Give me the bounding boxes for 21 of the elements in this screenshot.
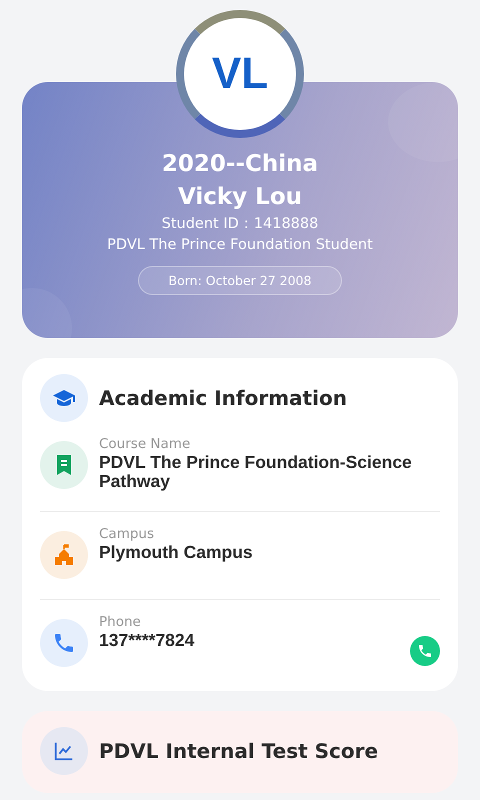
line-chart-icon xyxy=(40,727,88,775)
call-button[interactable] xyxy=(410,636,440,666)
cohort-title: 2020--China xyxy=(162,150,318,179)
field-value: 137****7824 xyxy=(99,631,196,650)
phone-icon xyxy=(417,643,433,659)
field-label: Campus xyxy=(99,526,156,543)
field-label: Course Name xyxy=(99,436,192,453)
school-building-icon xyxy=(40,531,88,579)
program-name: PDVL The Prince Foundation Student xyxy=(107,236,373,255)
graduation-cap-icon xyxy=(40,374,88,422)
section-title: PDVL Internal Test Score xyxy=(99,739,378,763)
avatar-initials: VL xyxy=(212,49,268,99)
field-label: Phone xyxy=(99,614,142,631)
student-name: Vicky Lou xyxy=(178,183,302,212)
phone-icon xyxy=(40,619,88,667)
section-title: Academic Information xyxy=(99,386,347,410)
student-id: Student ID：1418888 xyxy=(162,215,318,234)
bookmark-icon xyxy=(40,441,88,489)
field-value: Plymouth Campus xyxy=(99,543,254,562)
field-value: PDVL The Prince Foundation-Science Pathway xyxy=(99,453,413,491)
birth-date-pill: Born: October 27 2008 xyxy=(138,266,342,295)
